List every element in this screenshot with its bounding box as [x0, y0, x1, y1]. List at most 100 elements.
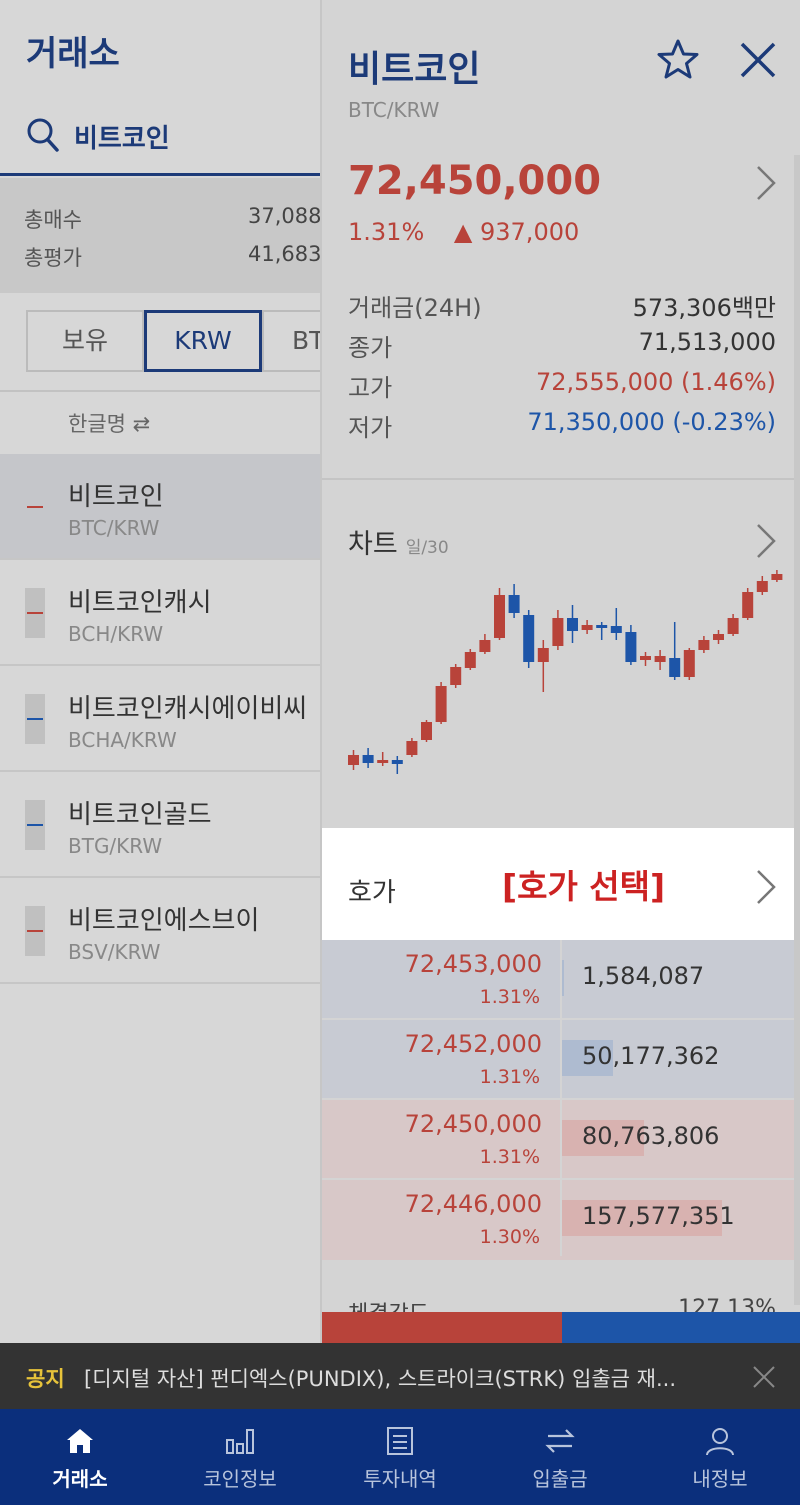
transfer-arrows-icon — [545, 1429, 575, 1453]
candle-body — [742, 592, 754, 618]
portfolio-summary: 총매수 37,088 총평가 41,683 — [0, 178, 320, 293]
person-icon — [706, 1428, 734, 1456]
summary-label: 총평가 — [24, 246, 82, 270]
candle-body — [421, 722, 432, 740]
summary-row: 총평가 41,683 — [24, 242, 320, 272]
chevron-right-icon[interactable] — [754, 522, 778, 560]
order-quantity: 1,584,087 — [582, 962, 705, 990]
candle-body — [406, 741, 418, 755]
tab-btc[interactable]: BT — [262, 310, 320, 372]
quantity-bar — [562, 960, 564, 996]
scrollbar[interactable] — [794, 155, 800, 1305]
notice-label: 공지 — [26, 1367, 65, 1391]
coin-name: 비트코인골드 — [68, 800, 212, 830]
mini-candle-icon — [25, 588, 45, 638]
summary-label: 총매수 — [24, 208, 82, 232]
home-icon — [67, 1429, 93, 1453]
candle-body — [698, 640, 710, 650]
search-bar[interactable]: 비트코인 — [0, 100, 320, 176]
chevron-right-icon[interactable] — [754, 868, 778, 906]
stat-high: 고가 72,555,000 (1.46%) — [348, 368, 776, 403]
order-price: 72,453,000 — [404, 950, 542, 978]
list-item[interactable]: 비트코인에스브이 BSV/KRW — [0, 878, 320, 984]
list-item[interactable]: 비트코인골드 BTG/KRW — [0, 772, 320, 878]
chart-label: 차트 — [348, 529, 398, 560]
summary-value: 41,683 — [248, 242, 320, 266]
nav-my-info[interactable]: 내정보 — [640, 1409, 800, 1505]
nav-coin-info[interactable]: 코인정보 — [160, 1409, 320, 1505]
order-percent: 1.30% — [479, 1226, 540, 1248]
candle-body — [391, 760, 403, 764]
stat-low: 저가 71,350,000 (-0.23%) — [348, 408, 776, 443]
stat-label: 고가 — [348, 374, 393, 402]
candle-body — [552, 618, 564, 646]
sort-by-name-button[interactable]: 한글명 ⇄ — [68, 408, 150, 438]
notice-bar[interactable]: 공지 [디지털 자산] 펀디엑스(PUNDIX), 스트라이크(STRK) 입출… — [0, 1343, 800, 1409]
summary-row: 총매수 37,088 — [24, 204, 320, 234]
candle-body — [494, 595, 505, 638]
candle-body — [567, 618, 578, 631]
list-item[interactable]: 비트코인캐시에이비씨 BCHA/KRW — [0, 666, 320, 772]
order-price: 72,452,000 — [404, 1030, 542, 1058]
nav-label: 투자내역 — [363, 1467, 437, 1491]
list-item[interactable]: 비트코인캐시 BCH/KRW — [0, 560, 320, 666]
close-icon[interactable] — [738, 40, 778, 80]
nav-exchange[interactable]: 거래소 — [0, 1409, 160, 1505]
order-quantity: 157,577,351 — [582, 1202, 735, 1230]
candle-body — [362, 755, 374, 763]
search-input[interactable]: 비트코인 — [74, 118, 170, 155]
nav-label: 내정보 — [692, 1467, 748, 1491]
favorite-star-icon[interactable] — [656, 38, 700, 82]
candle-body — [523, 615, 535, 662]
current-price: 72,450,000 — [348, 158, 602, 204]
nav-deposit-withdraw[interactable]: 입출금 — [480, 1409, 640, 1505]
candle-body — [727, 618, 739, 634]
coin-symbol: BTG/KRW — [68, 834, 163, 858]
nav-investment-history[interactable]: 투자내역 — [320, 1409, 480, 1505]
coin-title: 비트코인 — [348, 49, 481, 90]
candle-body — [435, 686, 447, 722]
orderbook-header[interactable]: 호가 [호가 선택] — [322, 828, 794, 940]
exchange-title: 거래소 — [26, 34, 120, 74]
order-percent: 1.31% — [479, 986, 540, 1008]
change-amount: 937,000 — [480, 218, 580, 246]
candlestick-chart[interactable] — [322, 570, 800, 790]
candle-body — [654, 656, 666, 662]
candle-body — [771, 574, 783, 580]
notice-text[interactable]: [디지털 자산] 펀디엑스(PUNDIX), 스트라이크(STRK) 입출금 재… — [84, 1363, 724, 1393]
stat-value: 573,306백만 — [632, 294, 776, 322]
stat-close: 종가 71,513,000 — [348, 328, 776, 363]
orderbook-select-annotation: [호가 선택] — [502, 867, 666, 906]
order-quantity: 50,177,362 — [582, 1042, 720, 1070]
candle-body — [683, 650, 695, 677]
chevron-right-icon[interactable] — [754, 164, 778, 202]
list-document-icon — [387, 1427, 413, 1455]
search-icon — [27, 118, 59, 152]
tab-krw[interactable]: KRW — [144, 310, 262, 372]
coin-name: 비트코인 — [68, 482, 164, 512]
coin-name: 비트코인캐시에이비씨 — [68, 694, 308, 724]
orderbook-title: 호가 — [348, 878, 396, 908]
candle-body — [625, 632, 637, 662]
chart-title[interactable]: 차트 일/30 — [348, 522, 449, 561]
bottom-nav: 거래소 코인정보 투자내역 입출금 내정보 — [0, 1409, 800, 1505]
nav-label: 입출금 — [532, 1467, 588, 1491]
stat-value: 71,513,000 — [638, 328, 776, 356]
sell-strength-bar — [562, 1312, 800, 1343]
mini-candle-icon — [25, 800, 45, 850]
close-icon[interactable] — [752, 1365, 776, 1389]
stat-label: 거래금(24H) — [348, 294, 482, 322]
list-item[interactable]: 비트코인 BTC/KRW — [0, 454, 320, 560]
candle-body — [450, 667, 462, 685]
order-percent: 1.31% — [479, 1066, 540, 1088]
candle-body — [348, 755, 359, 765]
summary-value: 37,088 — [248, 204, 320, 228]
stat-value: 71,350,000 (-0.23%) — [527, 408, 776, 436]
order-price: 72,450,000 — [404, 1110, 542, 1138]
coin-detail-panel: 비트코인 BTC/KRW 72,450,000 1.31% ▲ 937,000 … — [320, 0, 800, 1343]
tab-holdings[interactable]: 보유 — [26, 310, 144, 372]
order-quantity: 80,763,806 — [582, 1122, 720, 1150]
nav-label: 코인정보 — [203, 1467, 277, 1491]
coin-symbol: BTC/KRW — [68, 516, 160, 540]
nav-label: 거래소 — [52, 1467, 108, 1491]
